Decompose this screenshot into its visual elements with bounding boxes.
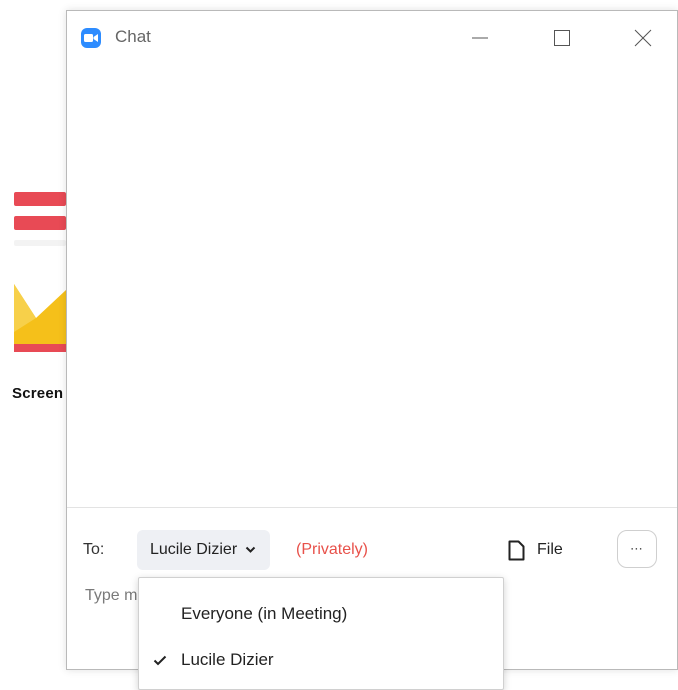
chat-window: Chat To: Lucile Dizier (Privately) File …: [66, 10, 678, 670]
file-label: File: [537, 541, 563, 558]
privately-label: (Privately): [296, 541, 369, 558]
recipient-menu: Everyone (in Meeting) Lucile Dizier: [138, 577, 504, 690]
maximize-button[interactable]: [549, 25, 575, 51]
menu-item-label: Everyone (in Meeting): [181, 604, 348, 623]
zoom-app-icon: [81, 28, 101, 48]
file-button[interactable]: File: [508, 532, 563, 568]
file-icon: [508, 540, 525, 560]
menu-item-everyone[interactable]: Everyone (in Meeting): [139, 592, 503, 636]
recipient-name: Lucile Dizier: [150, 541, 238, 558]
chevron-down-icon: [245, 546, 256, 553]
composer-divider: [67, 507, 677, 508]
recipient-dropdown[interactable]: Lucile Dizier: [137, 530, 271, 570]
share-screen-icon[interactable]: [14, 282, 66, 354]
more-options-button[interactable]: ⋯: [617, 530, 657, 568]
window-title: Chat: [115, 27, 151, 46]
message-area[interactable]: [67, 63, 677, 507]
maximize-icon: [554, 30, 570, 46]
to-label: To:: [83, 541, 105, 558]
background-app: Screen: [0, 0, 70, 690]
checkmark-icon: [153, 655, 169, 666]
menu-item-label: Lucile Dizier: [181, 650, 274, 669]
close-icon: [634, 29, 652, 47]
minimize-button[interactable]: [467, 25, 493, 51]
title-bar[interactable]: Chat: [67, 11, 677, 63]
menu-item-lucile-dizier[interactable]: Lucile Dizier: [139, 638, 503, 682]
close-button[interactable]: [630, 25, 656, 51]
presentation-icon[interactable]: [14, 192, 66, 254]
share-screen-label: Screen: [12, 385, 64, 402]
minimize-icon: [472, 37, 488, 39]
